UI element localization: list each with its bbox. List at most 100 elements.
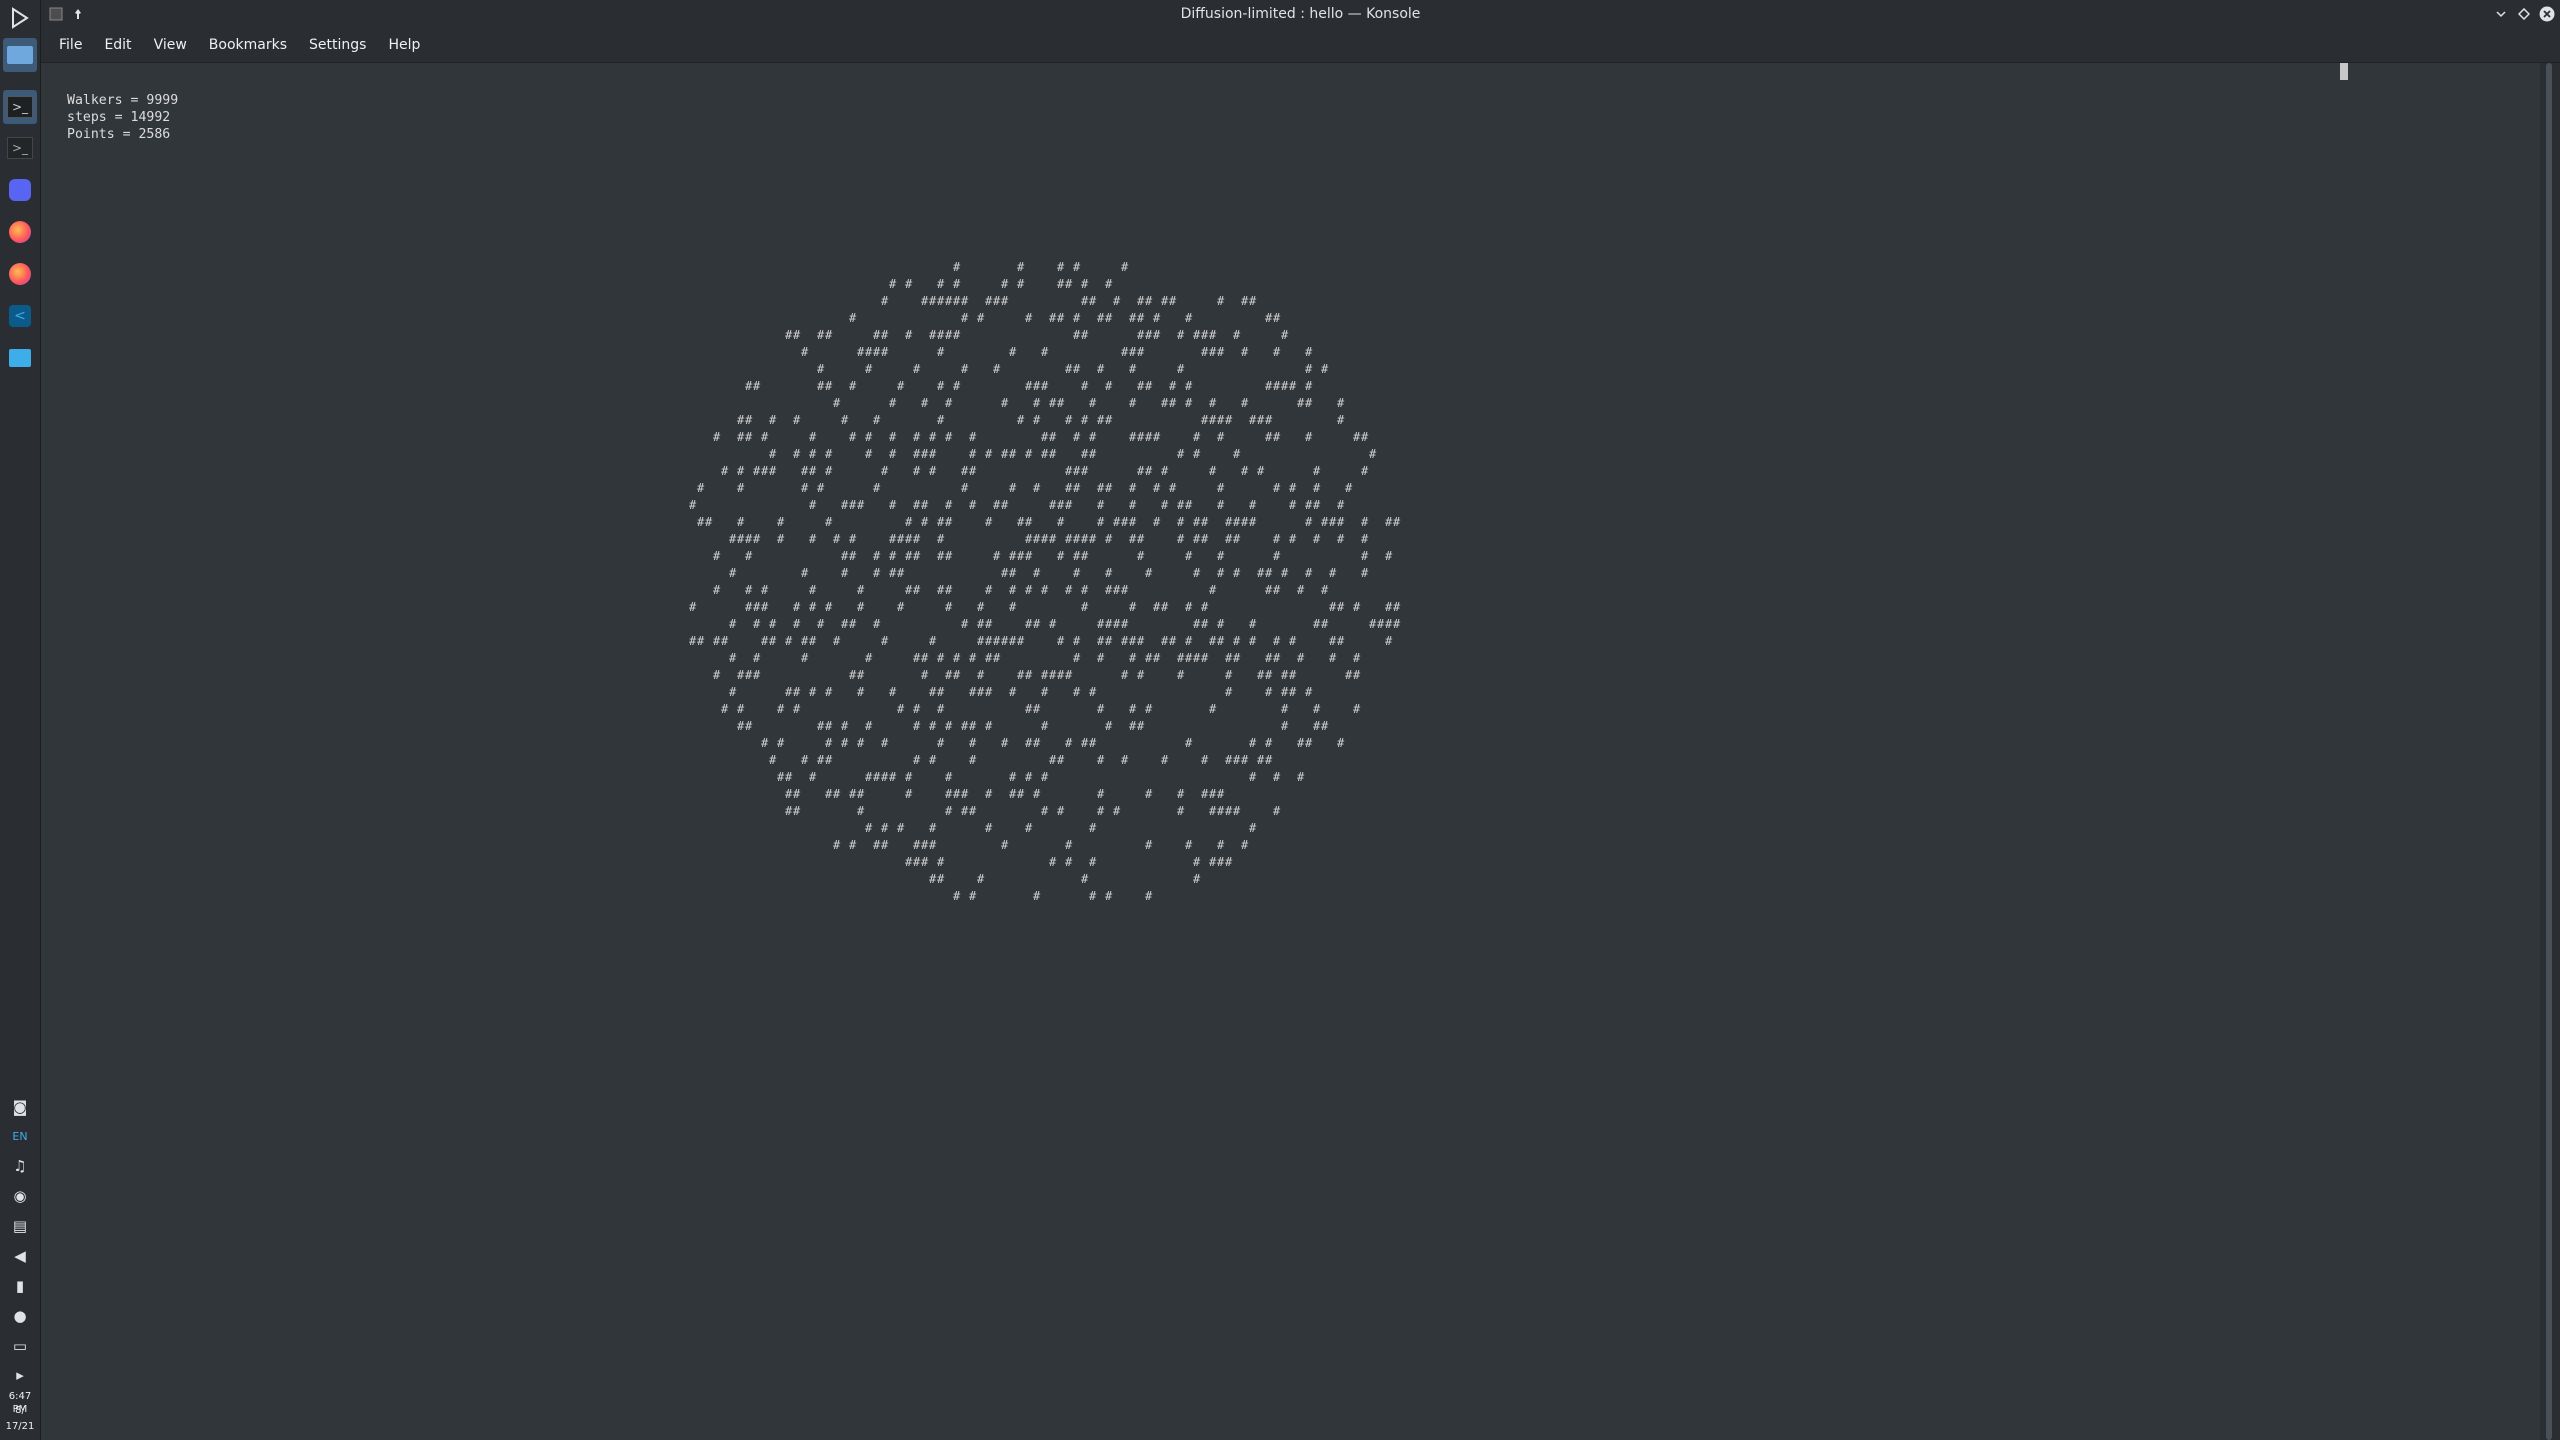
aggregate-glyph: #: [993, 362, 1001, 376]
aggregate-glyph: #: [1105, 532, 1113, 546]
aggregate-glyph: #: [1281, 702, 1289, 716]
aggregate-glyph: #: [1209, 634, 1217, 648]
menu-file[interactable]: File: [50, 33, 91, 57]
menu-settings[interactable]: Settings: [300, 33, 375, 57]
aggregate-glyph: #: [729, 566, 737, 580]
keyboard-layout[interactable]: EN: [8, 1124, 32, 1148]
aggregate-glyph: #: [1105, 413, 1113, 427]
window-titlebar[interactable]: Diffusion-limited : hello — Konsole: [41, 0, 2560, 28]
tray-vpn[interactable]: ◉: [8, 1184, 32, 1208]
aggregate-glyph: #: [873, 328, 881, 342]
menu-bookmarks[interactable]: Bookmarks: [200, 33, 296, 57]
aggregate-glyph: #: [953, 328, 961, 342]
aggregate-glyph: #: [1121, 583, 1129, 597]
aggregate-glyph: #: [1361, 464, 1369, 478]
pin-button[interactable]: [69, 5, 87, 23]
aggregate-glyph: #: [985, 685, 993, 699]
desktop-icon: [7, 46, 33, 64]
app-launcher-button[interactable]: [4, 2, 36, 34]
tray-clipboard[interactable]: ▤: [8, 1214, 32, 1238]
aggregate-glyph: #: [969, 464, 977, 478]
aggregate-glyph: #: [1177, 651, 1185, 665]
close-button[interactable]: [2538, 5, 2556, 23]
task-discord[interactable]: [3, 173, 37, 207]
aggregate-glyph: #: [1313, 498, 1321, 512]
tray-volume[interactable]: ◀: [8, 1244, 32, 1268]
aggregate-glyph: #: [785, 328, 793, 342]
aggregate-glyph: #: [873, 413, 881, 427]
aggregate-glyph: #: [1209, 464, 1217, 478]
aggregate-glyph: #: [961, 294, 969, 308]
tray-battery[interactable]: ▮: [8, 1274, 32, 1298]
aggregate-glyph: #: [1033, 532, 1041, 546]
tray-microphone[interactable]: ●: [8, 1304, 32, 1328]
menu-help[interactable]: Help: [379, 33, 429, 57]
aggregate-glyph: #: [921, 838, 929, 852]
aggregate-glyph: #: [841, 498, 849, 512]
task-vscode[interactable]: <: [3, 299, 37, 333]
aggregate-glyph: #: [1305, 498, 1313, 512]
scrollbar-thumb[interactable]: [2546, 63, 2552, 1440]
terminal-view[interactable]: Walkers = 9999 steps = 14992 Points = 2586…: [41, 63, 2540, 1440]
aggregate-glyph: #: [1105, 566, 1113, 580]
aggregate-glyph: #: [1201, 617, 1209, 631]
tray-expand[interactable]: ▸: [8, 1363, 32, 1387]
konsole-app-icon: [49, 7, 63, 21]
aggregate-glyph: #: [769, 413, 777, 427]
aggregate-glyph: #: [913, 549, 921, 563]
aggregate-glyph: #: [1313, 532, 1321, 546]
aggregate-glyph: #: [1017, 515, 1025, 529]
aggregate-glyph: #: [905, 532, 913, 546]
task-konsole[interactable]: >_: [3, 90, 37, 124]
aggregate-glyph: #: [1249, 770, 1257, 784]
aggregate-glyph: #: [969, 753, 977, 767]
aggregate-glyph: #: [1193, 651, 1201, 665]
aggregate-glyph: #: [1217, 617, 1225, 631]
aggregate-glyph: #: [1041, 719, 1049, 733]
aggregate-glyph: #: [1161, 498, 1169, 512]
tray-notifications[interactable]: ♫: [8, 1154, 32, 1178]
aggregate-glyph: #: [1129, 719, 1137, 733]
task-firefox[interactable]: [3, 215, 37, 249]
tray-display[interactable]: ▭: [8, 1334, 32, 1358]
task-files[interactable]: [3, 341, 37, 375]
aggregate-glyph: #: [1137, 634, 1145, 648]
terminal-scrollbar[interactable]: [2540, 63, 2560, 1440]
aggregate-glyph: #: [1145, 566, 1153, 580]
aggregate-glyph: #: [1273, 804, 1281, 818]
aggregate-glyph: #: [1241, 838, 1249, 852]
close-icon: [2539, 6, 2555, 22]
window-menu-button[interactable]: [47, 5, 65, 23]
aggregate-glyph: #: [913, 583, 921, 597]
aggregate-glyph: #: [889, 532, 897, 546]
menu-view[interactable]: View: [145, 33, 196, 57]
maximize-button[interactable]: [2515, 5, 2533, 23]
aggregate-glyph: #: [945, 770, 953, 784]
aggregate-glyph: #: [1305, 566, 1313, 580]
terminal-icon: >_: [7, 137, 33, 159]
tray-discord[interactable]: ◙: [8, 1095, 32, 1119]
aggregate-glyph: #: [1137, 379, 1145, 393]
aggregate-glyph: #: [905, 515, 913, 529]
aggregate-glyph: #: [801, 481, 809, 495]
aggregate-glyph: #: [921, 668, 929, 682]
aggregate-glyph: #: [897, 821, 905, 835]
aggregate-glyph: #: [1041, 447, 1049, 461]
aggregate-glyph: #: [857, 345, 865, 359]
menu-edit[interactable]: Edit: [95, 33, 140, 57]
aggregate-glyph: #: [1257, 753, 1265, 767]
minimize-button[interactable]: [2492, 5, 2510, 23]
task-desktop[interactable]: [3, 38, 37, 72]
aggregate-glyph: #: [1009, 549, 1017, 563]
aggregate-glyph: #: [801, 464, 809, 478]
aggregate-glyph: #: [985, 651, 993, 665]
aggregate-glyph: #: [1097, 362, 1105, 376]
aggregate-glyph: #: [825, 719, 833, 733]
aggregate-glyph: #: [977, 634, 985, 648]
task-konsole-2[interactable]: >_: [3, 131, 37, 165]
aggregate-glyph: #: [857, 787, 865, 801]
aggregate-glyph: #: [1313, 481, 1321, 495]
display-icon: ▭: [12, 1337, 28, 1355]
aggregate-glyph: #: [1225, 668, 1233, 682]
task-firefox-2[interactable]: [3, 257, 37, 291]
